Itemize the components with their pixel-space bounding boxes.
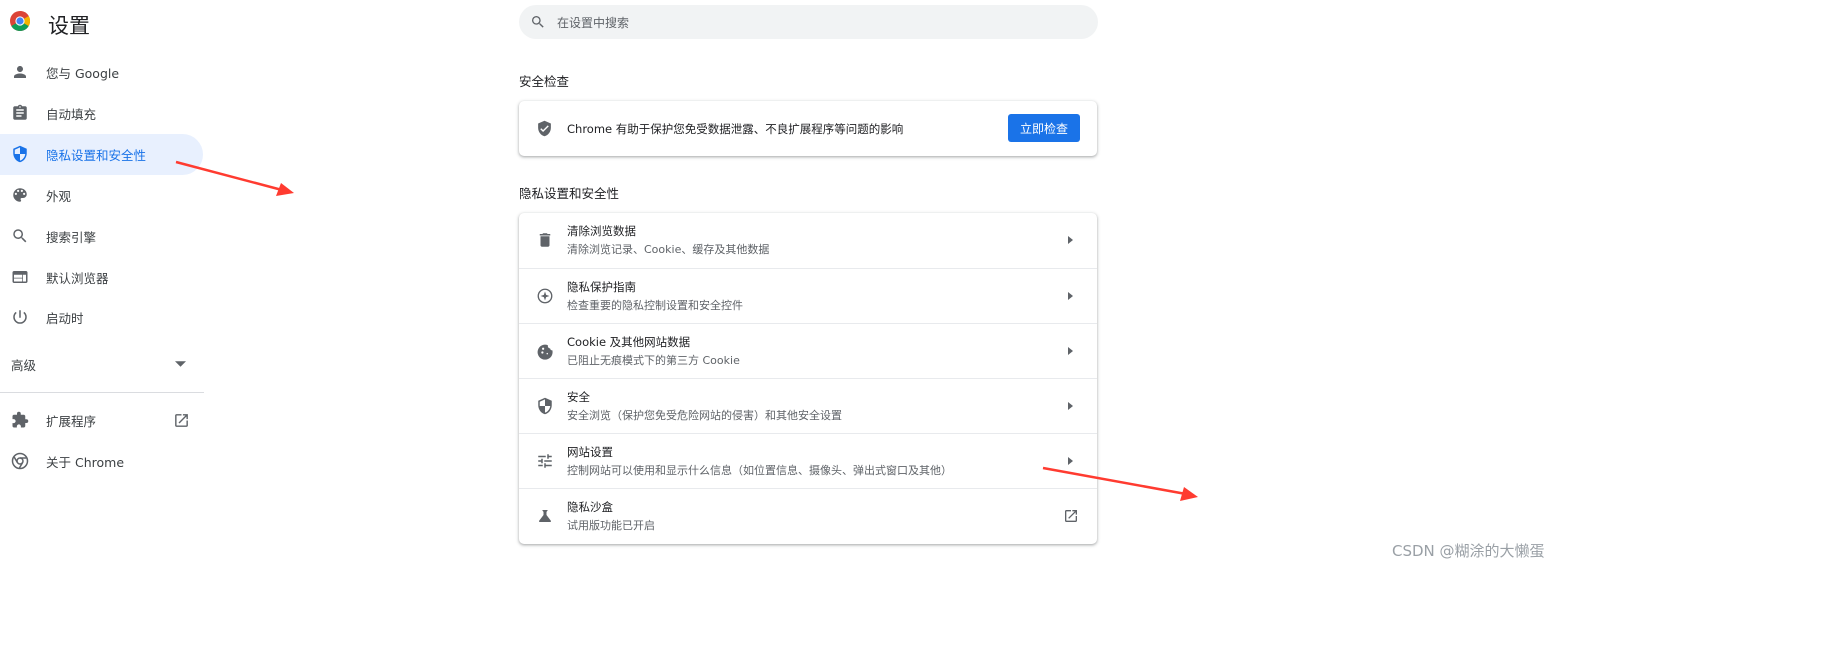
arrow-right-icon xyxy=(1068,236,1073,244)
safety-check-heading: 安全检查 xyxy=(519,74,570,89)
sidebar-item-label: 自动填充 xyxy=(46,107,97,122)
clear-browsing-data-row[interactable]: 清除浏览数据 清除浏览记录、Cookie、缓存及其他数据 xyxy=(519,213,1097,268)
page-title: 设置 xyxy=(48,14,90,38)
sidebar-item-extensions[interactable]: 扩展程序 xyxy=(0,400,203,441)
sidebar-item-label: 扩展程序 xyxy=(46,414,97,429)
safety-check-text: Chrome 有助于保护您免受数据泄露、不良扩展程序等问题的影响 xyxy=(567,122,904,136)
privacy-guide-row[interactable]: 隐私保护指南 检查重要的隐私控制设置和安全控件 xyxy=(519,268,1097,323)
person-icon xyxy=(14,66,26,78)
watermark: CSDN @糊涂的大懒蛋 xyxy=(1392,542,1545,560)
row-title: 隐私沙盒 xyxy=(567,500,613,514)
sidebar-item-default-browser[interactable]: 默认浏览器 xyxy=(0,257,203,298)
sidebar-item-autofill[interactable]: 自动填充 xyxy=(0,93,203,134)
row-title: 安全 xyxy=(567,390,590,404)
sidebar-item-search-engine[interactable]: 搜索引擎 xyxy=(0,216,203,257)
privacy-sandbox-row[interactable]: 隐私沙盒 试用版功能已开启 xyxy=(519,488,1097,544)
sidebar-item-label: 外观 xyxy=(46,189,72,204)
sidebar-item-label: 搜索引擎 xyxy=(46,230,97,245)
open-in-new-icon xyxy=(1065,510,1077,522)
sidebar-item-about-chrome[interactable]: 关于 Chrome xyxy=(0,441,203,482)
safety-check-row: Chrome 有助于保护您免受数据泄露、不良扩展程序等问题的影响 立即检查 xyxy=(519,101,1097,156)
row-subtitle: 试用版功能已开启 xyxy=(567,519,655,532)
row-title: 隐私保护指南 xyxy=(567,280,636,294)
power-icon xyxy=(13,310,27,324)
puzzle-icon xyxy=(12,411,29,428)
settings-search-box[interactable] xyxy=(519,5,1098,41)
arrow-right-icon xyxy=(1068,292,1073,300)
caret-down-icon xyxy=(175,361,186,367)
flask-icon xyxy=(538,510,552,522)
sidebar-item-label: 默认浏览器 xyxy=(46,271,109,286)
trash-icon xyxy=(539,233,551,247)
sidebar-item-you-and-google[interactable]: 您与 Google xyxy=(0,52,203,93)
verified-shield-icon xyxy=(538,120,551,137)
security-shield-icon xyxy=(538,397,552,415)
sidebar-item-on-startup[interactable]: 启动时 xyxy=(0,297,203,338)
privacy-card: 清除浏览数据 清除浏览记录、Cookie、缓存及其他数据 隐私保护指南 检查重要… xyxy=(519,213,1097,544)
safety-check-card: Chrome 有助于保护您免受数据泄露、不良扩展程序等问题的影响 立即检查 xyxy=(519,101,1097,156)
sidebar-divider xyxy=(0,392,204,393)
check-now-button[interactable]: 立即检查 xyxy=(1008,114,1080,142)
sidebar-item-appearance[interactable]: 外观 xyxy=(0,175,203,216)
privacy-section-heading: 隐私设置和安全性 xyxy=(519,186,620,201)
sidebar-item-label: 您与 Google xyxy=(46,66,120,81)
row-title: 网站设置 xyxy=(567,445,613,459)
search-icon xyxy=(532,16,544,28)
sidebar-item-label: 隐私设置和安全性 xyxy=(46,148,147,163)
row-title: Cookie 及其他网站数据 xyxy=(567,335,691,349)
clipboard-icon xyxy=(13,104,27,120)
search-input[interactable] xyxy=(555,5,1079,41)
sidebar-item-privacy-security[interactable]: 隐私设置和安全性 xyxy=(0,134,203,175)
open-in-new-icon xyxy=(175,414,188,427)
row-subtitle: 检查重要的隐私控制设置和安全控件 xyxy=(567,299,743,312)
tune-icon xyxy=(538,454,552,468)
compass-icon xyxy=(537,288,553,304)
sidebar-item-label: 关于 Chrome xyxy=(46,455,125,470)
row-subtitle: 安全浏览（保护您免受危险网站的侵害）和其他安全设置 xyxy=(567,409,842,422)
cookie-icon xyxy=(537,344,553,360)
arrow-right-icon xyxy=(1068,402,1073,410)
security-row[interactable]: 安全 安全浏览（保护您免受危险网站的侵害）和其他安全设置 xyxy=(519,378,1097,433)
row-title: 清除浏览数据 xyxy=(567,224,636,238)
sidebar-item-label: 启动时 xyxy=(46,311,84,326)
palette-icon xyxy=(13,188,27,202)
chrome-logo-icon xyxy=(10,11,30,31)
sidebar-advanced-toggle[interactable]: 高级 xyxy=(0,344,203,384)
shield-icon xyxy=(13,145,27,163)
browser-icon xyxy=(12,271,28,283)
row-subtitle: 清除浏览记录、Cookie、缓存及其他数据 xyxy=(567,243,770,256)
row-subtitle: 已阻止无痕模式下的第三方 Cookie xyxy=(567,354,740,367)
site-settings-row[interactable]: 网站设置 控制网站可以使用和显示什么信息（如位置信息、摄像头、弹出式窗口及其他） xyxy=(519,433,1097,488)
arrow-right-icon xyxy=(1068,457,1073,465)
row-subtitle: 控制网站可以使用和显示什么信息（如位置信息、摄像头、弹出式窗口及其他） xyxy=(567,464,952,477)
cookies-row[interactable]: Cookie 及其他网站数据 已阻止无痕模式下的第三方 Cookie xyxy=(519,323,1097,378)
arrow-right-icon xyxy=(1068,347,1073,355)
sidebar-advanced-label: 高级 xyxy=(11,357,37,373)
chrome-icon xyxy=(11,452,29,470)
search-icon xyxy=(13,229,27,243)
